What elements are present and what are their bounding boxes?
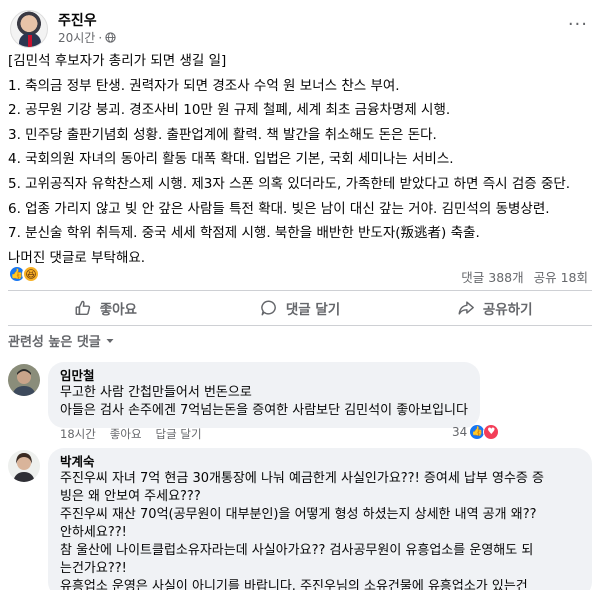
comment-text: 는건가요??! (60, 561, 127, 576)
post-line: 2. 공무원 기강 붕괴. 경조사비 10만 원 규제 철폐, 세계 최초 금융… (8, 102, 451, 119)
post-line: 6. 업종 가리지 않고 빚 안 갚은 사람들 특전 확대. 빚은 남이 대신 … (8, 200, 550, 217)
post-line: 1. 축의금 정부 탄생. 권력자가 되면 경조사 수억 원 보너스 찬스 부여… (8, 77, 400, 94)
comment-bubble: 박계숙 주진우씨 자녀 7억 현금 30개통장에 나눠 예금한게 사실인가요??… (48, 448, 592, 590)
reaction-summary[interactable]: 👍 😆 (8, 265, 40, 283)
divider (8, 290, 592, 291)
share-button[interactable]: 공유하기 (397, 292, 592, 324)
comment-text: 아들은 검사 손주에겐 7억넘는돈을 증여한 사람보단 김민석이 좋아보입니다 (60, 403, 468, 418)
comment-text: 주진우씨 자녀 7억 현금 30개통장에 나눠 예금한게 사실인가요??! 증여… (60, 471, 544, 486)
share-button-label: 공유하기 (482, 302, 533, 318)
post-header: 주진우 20시간 · ··· (6, 6, 594, 48)
comment-reactions[interactable]: 34 👍 ♥ (452, 424, 500, 440)
comment: 임만철 무고한 사람 간첩만들어서 번돈으로 아들은 검사 손주에겐 7억넘는돈… (8, 362, 592, 442)
comment-time[interactable]: 18시간 (60, 426, 96, 442)
comment-meta: 18시간 좋아요 답글 달기 (60, 426, 202, 442)
comment-reaction-count: 34 (452, 425, 468, 439)
comment-sort-dropdown[interactable]: 관련성 높은 댓글 (8, 331, 115, 350)
comment: 박계숙 주진우씨 자녀 7억 현금 30개통장에 나눠 예금한게 사실인가요??… (8, 448, 592, 590)
globe-icon (105, 32, 116, 43)
comment-like-link[interactable]: 좋아요 (110, 426, 142, 442)
like-button[interactable]: 좋아요 (8, 292, 203, 324)
more-options-icon[interactable]: ··· (568, 14, 588, 35)
comment-text: 무고한 사람 간첩만들어서 번돈으로 (60, 385, 252, 400)
post-timestamp[interactable]: 20시간 · (58, 29, 116, 46)
like-button-label: 좋아요 (99, 302, 137, 318)
commenter-avatar[interactable] (8, 450, 40, 482)
post-line: 7. 분신술 학위 취득제. 중국 세세 학점제 시행. 북한을 배반한 반도자… (8, 225, 480, 242)
reactions-bar: 👍 😆 댓글 388개 공유 18회 (8, 265, 592, 287)
commenter-name[interactable]: 임만철 (60, 368, 468, 384)
comments-count[interactable]: 댓글 388개 (461, 267, 523, 286)
comment-button-label: 댓글 달기 (285, 302, 341, 318)
comment-icon (261, 300, 276, 316)
sort-label-text: 관련성 높은 댓글 (8, 335, 101, 350)
share-icon (458, 301, 474, 315)
post-line: 5. 고위공직자 유학찬스제 시행. 제3자 스폰 의혹 있더라도, 가족한테 … (8, 175, 571, 192)
author-avatar[interactable] (10, 10, 48, 48)
comment-reply-link[interactable]: 답글 달기 (156, 426, 202, 442)
post-line: [김민석 후보자가 총리가 되면 생길 일] (8, 53, 227, 69)
dot-separator: · (98, 30, 103, 45)
commenter-name[interactable]: 박계숙 (60, 454, 580, 470)
post-line: 3. 민주당 출판기념회 성황. 출판업계에 활력. 책 발간을 취소해도 돈은… (8, 126, 437, 143)
divider (8, 325, 592, 326)
comment-text: 빙은 왜 안보여 주세요??? (60, 489, 201, 504)
comment-bubble: 임만철 무고한 사람 간첩만들어서 번돈으로 아들은 검사 손주에겐 7억넘는돈… (48, 362, 480, 428)
comment-text: 유흥업소 운영은 사실이 아니기를 바랍니다. 주진우님의 소유건물에 유흥업소… (60, 579, 528, 590)
chevron-down-icon (106, 338, 114, 343)
engagement-counts: 댓글 388개 공유 18회 (461, 267, 588, 286)
haha-reaction-icon: 😆 (22, 265, 40, 283)
author-name[interactable]: 주진우 (58, 10, 97, 30)
post-body: [김민석 후보자가 총리가 되면 생길 일] 1. 축의금 정부 탄생. 권력자… (8, 49, 592, 270)
comment-text: 안하세요??! (60, 525, 127, 540)
action-bar: 좋아요 댓글 달기 공유하기 (8, 292, 592, 324)
post-line: 4. 국회의원 자녀의 동아리 활동 대폭 확대. 입법은 기본, 국회 세미나… (8, 151, 454, 168)
thumbs-up-icon (75, 300, 90, 316)
comment-button[interactable]: 댓글 달기 (203, 292, 398, 324)
commenter-avatar[interactable] (8, 364, 40, 396)
comment-text: 참 울산에 나이트클럽소유자라는데 사실아가요?? 검사공무원이 유흥업소를 운… (60, 543, 534, 558)
comment-text: 주진우씨 재산 70억(공무원이 대부분인)을 어떻게 형성 하셨는지 상세한 … (60, 507, 537, 522)
love-reaction-icon: ♥ (483, 424, 500, 440)
shares-count[interactable]: 공유 18회 (534, 267, 588, 286)
post-time-text[interactable]: 20시간 (58, 29, 95, 46)
